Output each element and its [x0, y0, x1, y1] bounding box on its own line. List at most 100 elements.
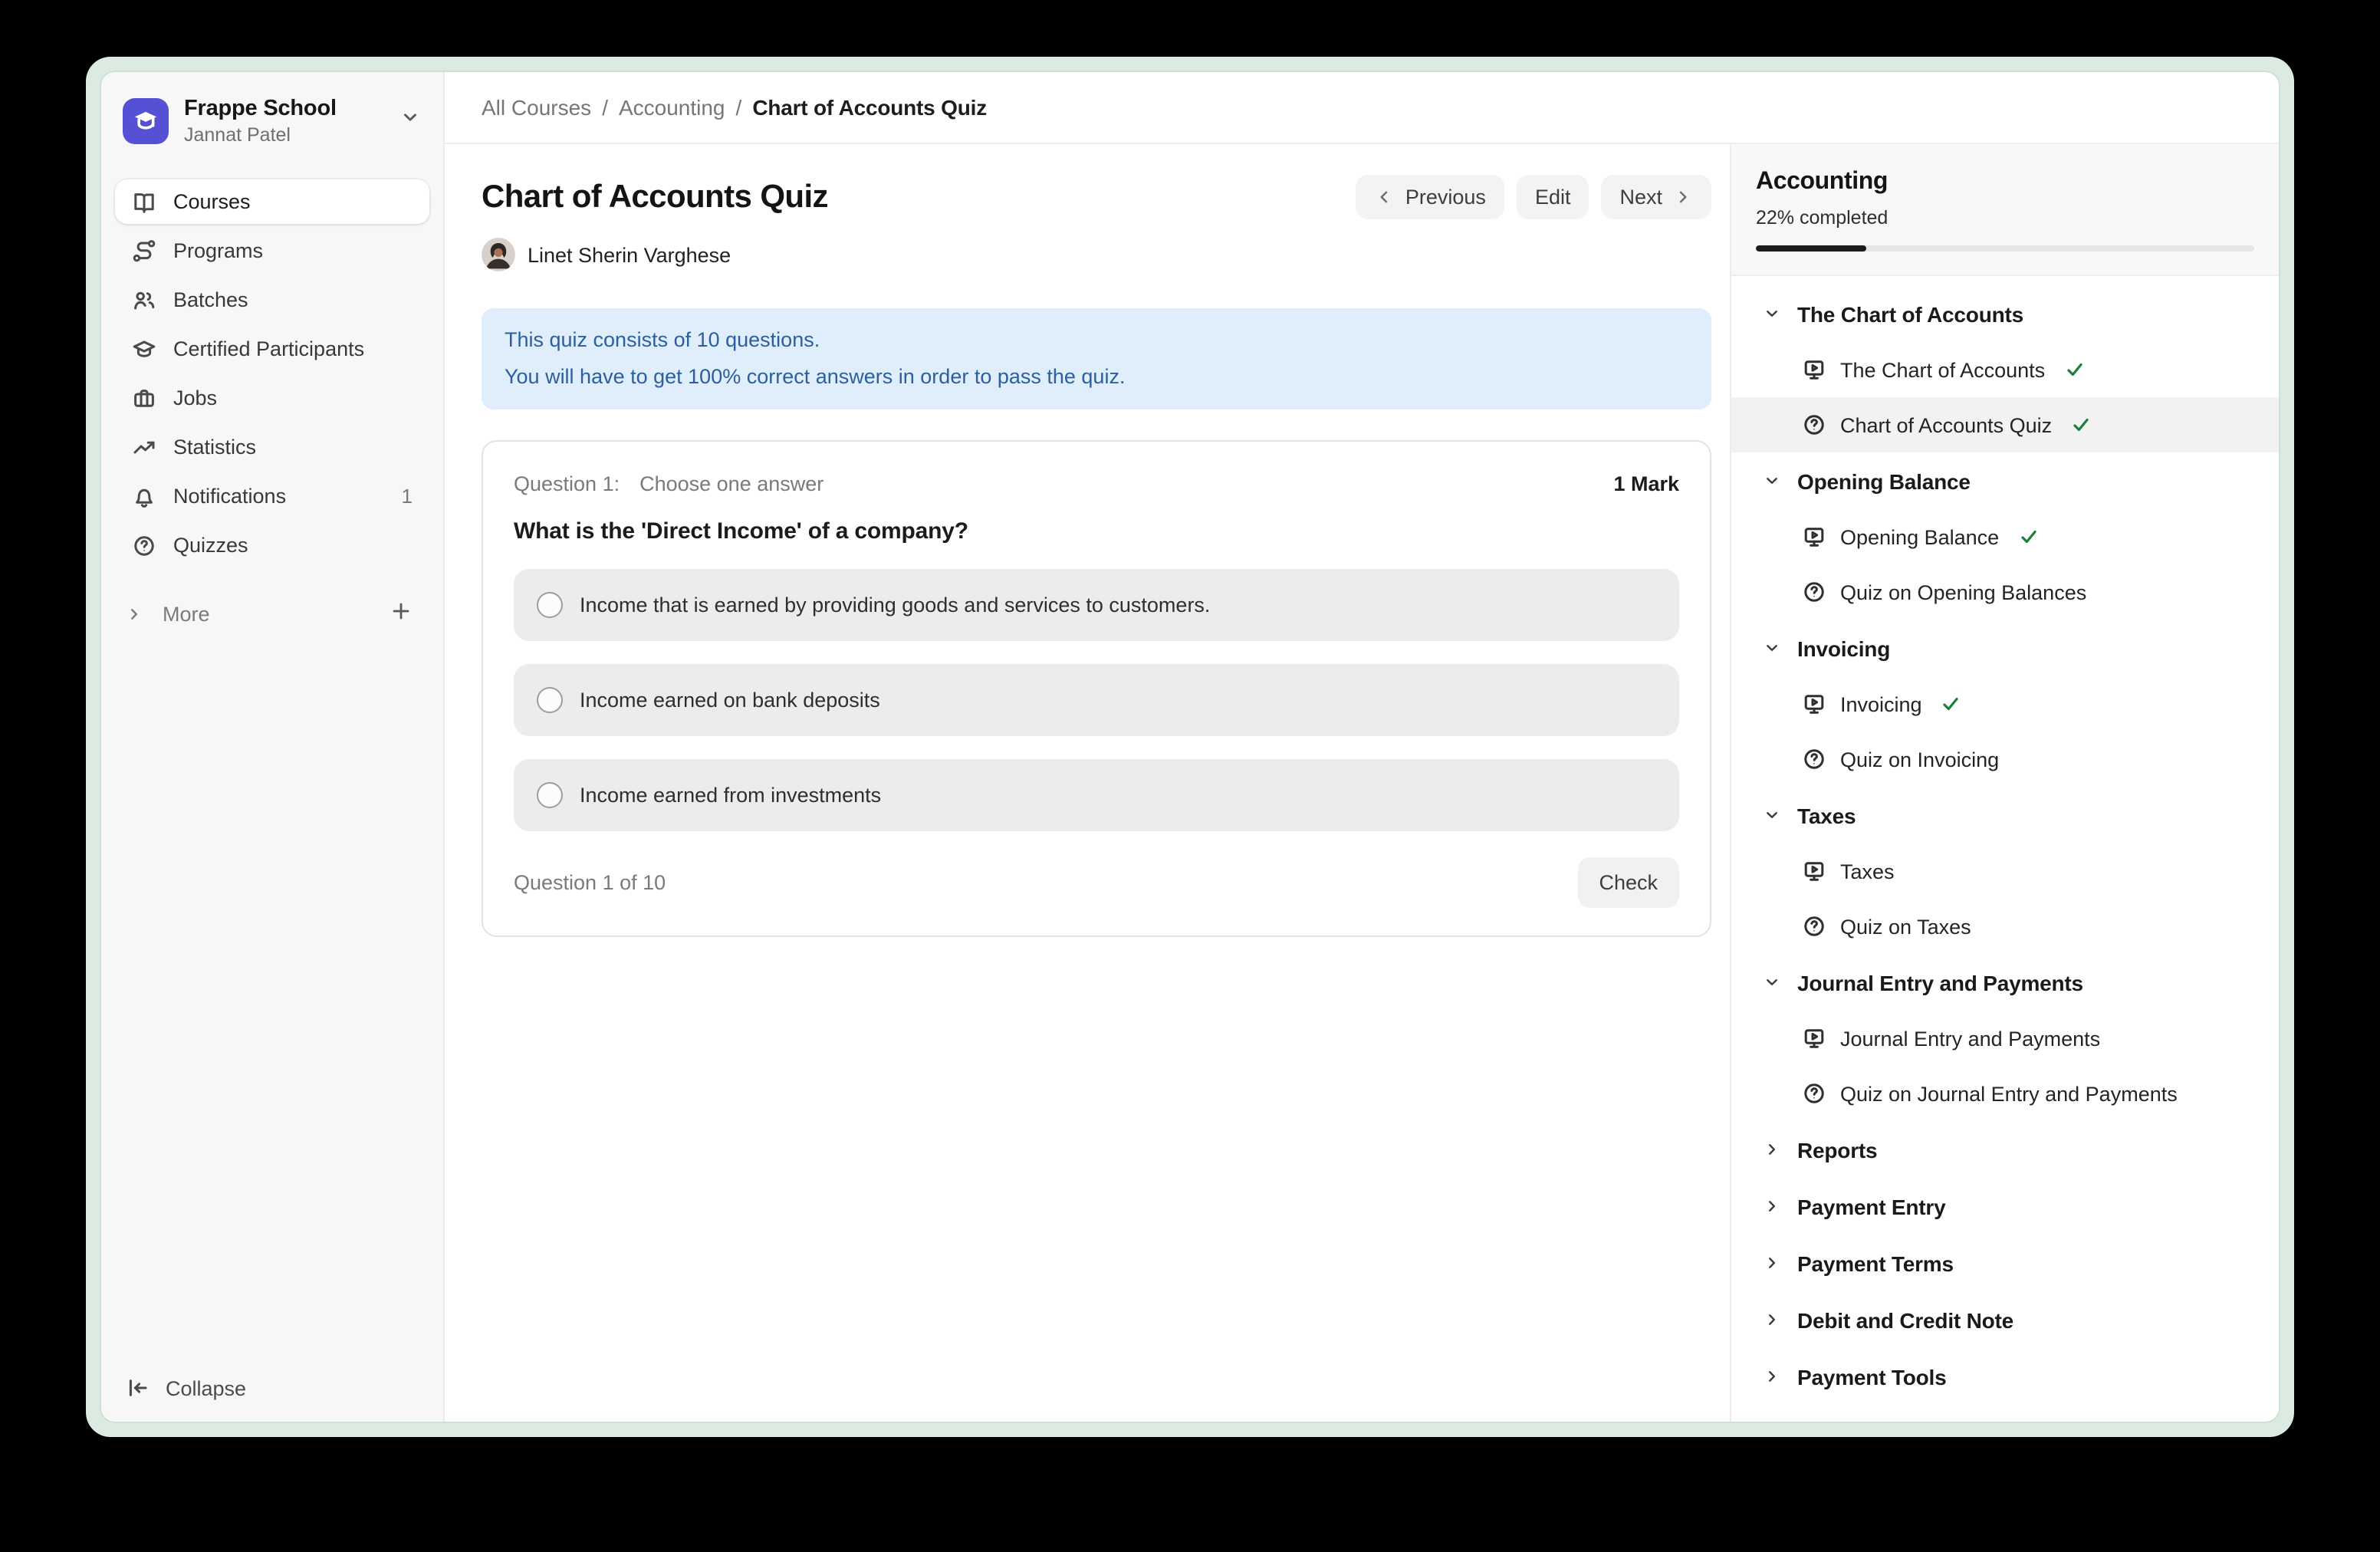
- question-header: Question 1: Choose one answer 1 Mark: [514, 472, 1679, 495]
- edit-button[interactable]: Edit: [1517, 175, 1589, 219]
- quiz-card-footer: Question 1 of 10 Check: [514, 857, 1679, 908]
- chevron-down-icon: [1762, 471, 1782, 491]
- outline-item-label: Opening Balance: [1840, 525, 1999, 548]
- outline-section-opening-balance[interactable]: Opening Balance: [1731, 452, 2279, 509]
- outline-quiz-on-opening-balances[interactable]: Quiz on Opening Balances: [1731, 564, 2279, 620]
- chevron-right-icon: [1673, 187, 1693, 207]
- outline-item-label: Quiz on Taxes: [1840, 915, 1971, 938]
- radio-button[interactable]: [537, 782, 563, 808]
- sidebar-item-quizzes[interactable]: Quizzes: [115, 523, 429, 567]
- chevron-right-icon: [1762, 1139, 1782, 1159]
- sidebar-item-certified-participants[interactable]: Certified Participants: [115, 327, 429, 371]
- outline-quiz-on-invoicing[interactable]: Quiz on Invoicing: [1731, 732, 2279, 787]
- outline-section-journal-entry-and-payments[interactable]: Journal Entry and Payments: [1731, 954, 2279, 1011]
- trending-up-icon: [132, 435, 156, 459]
- course-outline-header: Accounting 22% completed: [1731, 144, 2279, 276]
- sidebar-nav: Courses Programs Batches Certified Parti…: [101, 161, 443, 567]
- sidebar-item-programs[interactable]: Programs: [115, 229, 429, 273]
- content-area: All Courses / Accounting / Chart of Acco…: [445, 72, 2279, 1422]
- breadcrumb-accounting[interactable]: Accounting: [619, 95, 725, 120]
- lesson-icon: [1802, 1026, 1826, 1051]
- chevron-down-icon: [1762, 805, 1782, 825]
- quiz-icon: [1802, 1081, 1826, 1106]
- sidebar-item-label: Quizzes: [173, 534, 248, 557]
- lesson-icon: [1802, 692, 1826, 716]
- sidebar-item-label: Jobs: [173, 386, 217, 409]
- breadcrumb-separator: /: [602, 95, 608, 120]
- chevron-down-icon: [399, 106, 422, 136]
- quiz-icon: [1802, 914, 1826, 939]
- previous-button-label: Previous: [1405, 186, 1486, 209]
- outline-lesson-invoicing[interactable]: Invoicing: [1731, 676, 2279, 732]
- check-answer-button[interactable]: Check: [1577, 857, 1679, 908]
- instruction-line: You will have to get 100% correct answer…: [505, 359, 1688, 396]
- outline-section-payment-terms[interactable]: Payment Terms: [1731, 1235, 2279, 1291]
- chevron-right-icon: [1762, 1310, 1782, 1330]
- sidebar-item-statistics[interactable]: Statistics: [115, 425, 429, 469]
- frappe-school-logo-icon: [123, 98, 169, 144]
- outline-section-the-chart-of-accounts[interactable]: The Chart of Accounts: [1731, 285, 2279, 342]
- outline-section-payment-tools[interactable]: Payment Tools: [1731, 1348, 2279, 1405]
- previous-button[interactable]: Previous: [1356, 175, 1504, 219]
- graduation-cap-icon: [132, 337, 156, 361]
- quiz-icon: [1802, 747, 1826, 771]
- outline-section-title: The Chart of Accounts: [1797, 301, 2023, 326]
- outline-quiz-chart-of-accounts-quiz[interactable]: Chart of Accounts Quiz: [1731, 397, 2279, 452]
- next-button-label: Next: [1619, 186, 1662, 209]
- sidebar-item-courses[interactable]: Courses: [115, 179, 429, 224]
- sidebar-collapse-button[interactable]: Collapse: [101, 1376, 443, 1422]
- outline-section-payment-entry[interactable]: Payment Entry: [1731, 1178, 2279, 1235]
- progress-fill: [1756, 245, 1866, 252]
- answer-option-label: Income that is earned by providing goods…: [580, 594, 1210, 617]
- outline-item-label: Invoicing: [1840, 692, 1922, 715]
- sidebar-more-toggle[interactable]: More: [101, 592, 443, 635]
- edit-button-label: Edit: [1535, 186, 1571, 209]
- route-icon: [132, 238, 156, 263]
- outline-section-invoicing[interactable]: Invoicing: [1731, 620, 2279, 676]
- sidebar-item-batches[interactable]: Batches: [115, 278, 429, 322]
- chevron-down-icon: [1762, 304, 1782, 324]
- outline-lesson-journal-entry-and-payments[interactable]: Journal Entry and Payments: [1731, 1011, 2279, 1066]
- top-bar: All Courses / Accounting / Chart of Acco…: [445, 72, 2279, 144]
- question-number-label: Question 1:: [514, 472, 620, 495]
- chevron-right-icon: [1762, 1366, 1782, 1386]
- outline-lesson-the-chart-of-accounts[interactable]: The Chart of Accounts: [1731, 342, 2279, 397]
- course-outline-list: The Chart of Accounts The Chart of Accou…: [1731, 276, 2279, 1422]
- workspace-switcher[interactable]: Frappe School Jannat Patel: [101, 72, 443, 161]
- outline-section-reports[interactable]: Reports: [1731, 1121, 2279, 1178]
- quiz-instructions-banner: This quiz consists of 10 questions. You …: [482, 308, 1711, 409]
- outline-quiz-on-journal-entry-and-payments[interactable]: Quiz on Journal Entry and Payments: [1731, 1066, 2279, 1121]
- outline-item-label: Quiz on Journal Entry and Payments: [1840, 1082, 2178, 1105]
- question-pagination: Question 1 of 10: [514, 871, 666, 894]
- app-window: Frappe School Jannat Patel Courses Progr: [86, 57, 2294, 1437]
- outline-section-title: Payment Tools: [1797, 1364, 1947, 1389]
- answer-option-label: Income earned from investments: [580, 784, 881, 807]
- answer-option-2[interactable]: Income earned on bank deposits: [514, 664, 1679, 736]
- lesson-icon: [1802, 357, 1826, 382]
- outline-lesson-taxes[interactable]: Taxes: [1731, 843, 2279, 899]
- outline-section-debit-and-credit-note[interactable]: Debit and Credit Note: [1731, 1291, 2279, 1348]
- more-label: More: [163, 602, 210, 625]
- quiz-card: Question 1: Choose one answer 1 Mark Wha…: [482, 440, 1711, 937]
- radio-button[interactable]: [537, 592, 563, 618]
- sidebar-item-jobs[interactable]: Jobs: [115, 376, 429, 420]
- page-header: Chart of Accounts Quiz Previous Edit: [482, 175, 1711, 219]
- outline-section-taxes[interactable]: Taxes: [1731, 787, 2279, 843]
- outline-lesson-opening-balance[interactable]: Opening Balance: [1731, 509, 2279, 564]
- outline-section-title: Payment Terms: [1797, 1251, 1954, 1275]
- outline-section-title: Taxes: [1797, 803, 1856, 827]
- page-title: Chart of Accounts Quiz: [482, 179, 828, 215]
- answer-option-3[interactable]: Income earned from investments: [514, 759, 1679, 831]
- answer-option-label: Income earned on bank deposits: [580, 689, 880, 712]
- add-icon[interactable]: [390, 600, 413, 627]
- outline-quiz-on-taxes[interactable]: Quiz on Taxes: [1731, 899, 2279, 954]
- chevron-left-icon: [1375, 187, 1395, 207]
- radio-button[interactable]: [537, 687, 563, 713]
- question-instruction: Choose one answer: [639, 472, 823, 495]
- breadcrumb-all-courses[interactable]: All Courses: [482, 95, 591, 120]
- brand-subtitle: Jannat Patel: [184, 124, 337, 146]
- content-row: Chart of Accounts Quiz Previous Edit: [445, 144, 2279, 1422]
- next-button[interactable]: Next: [1601, 175, 1711, 219]
- sidebar-item-notifications[interactable]: Notifications 1: [115, 474, 429, 518]
- answer-option-1[interactable]: Income that is earned by providing goods…: [514, 569, 1679, 641]
